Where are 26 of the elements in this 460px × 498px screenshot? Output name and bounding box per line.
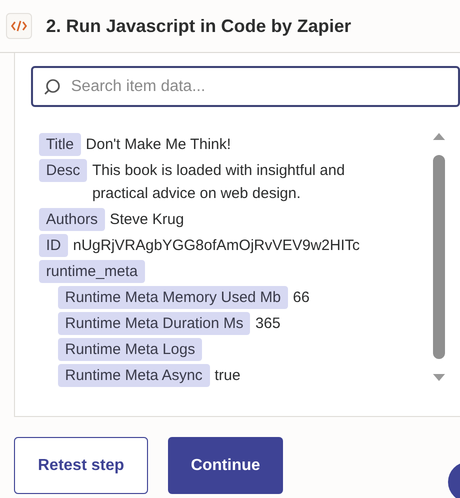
field-label: Runtime Meta Async xyxy=(58,364,210,387)
field-value: Don't Make Me Think! xyxy=(86,135,232,155)
field-label: Title xyxy=(39,133,81,156)
scroll-up-arrow-icon[interactable] xyxy=(433,133,445,140)
scrollbar-thumb[interactable] xyxy=(433,155,445,359)
retest-button[interactable]: Retest step xyxy=(14,437,148,494)
field-label: Runtime Meta Duration Ms xyxy=(58,312,250,335)
field-label: Desc xyxy=(39,159,88,182)
field-value: 365 xyxy=(255,314,282,334)
field-label: runtime_meta xyxy=(39,260,145,283)
continue-button[interactable]: Continue xyxy=(168,437,283,494)
search-icon xyxy=(43,78,61,96)
floating-button[interactable] xyxy=(448,462,460,498)
field-label: Authors xyxy=(39,208,105,231)
step-title: 2. Run Javascript in Code by Zapier xyxy=(46,14,352,38)
code-icon xyxy=(6,13,32,39)
field-value: true xyxy=(214,366,242,386)
field-value: This book is loaded with insightful and practical advice on web design. xyxy=(92,161,346,204)
field-label: Runtime Meta Memory Used Mb xyxy=(58,286,288,309)
search-field[interactable]: Search item data... xyxy=(31,66,460,107)
scroll-down-arrow-icon[interactable] xyxy=(433,374,445,381)
field-value: nUgRjVRAgbYGG8ofAmOjRvVEV9w2HITc xyxy=(73,236,361,256)
field-value: 66 xyxy=(292,288,311,308)
field-value: Steve Krug xyxy=(110,210,185,230)
field-label: ID xyxy=(39,234,68,257)
field-label: Runtime Meta Logs xyxy=(58,338,202,361)
